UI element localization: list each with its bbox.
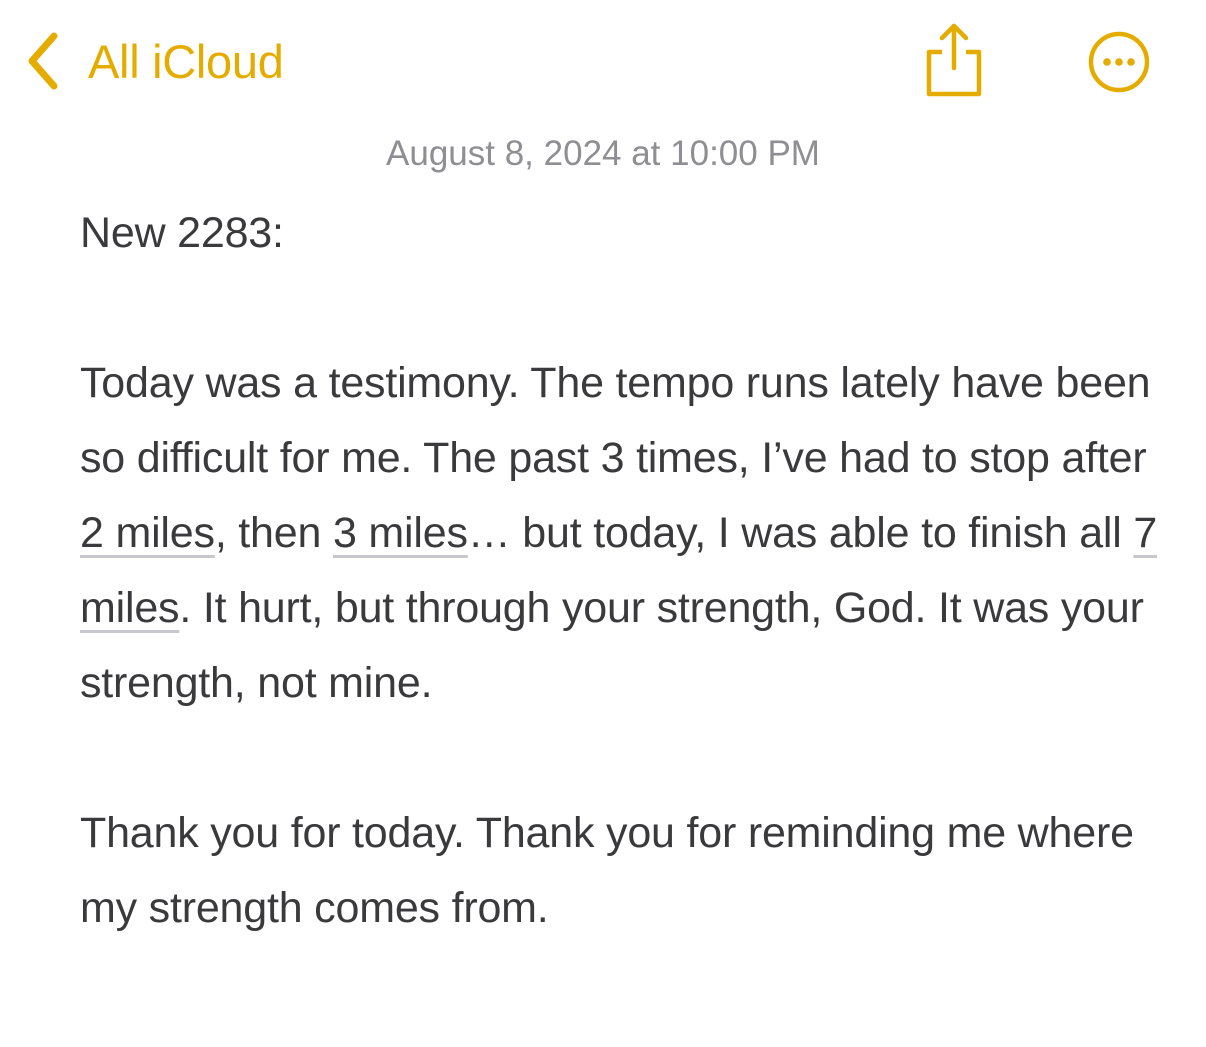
note-title: New 2283:: [80, 209, 284, 257]
chevron-left-icon: [24, 30, 62, 92]
paragraph-text: . It hurt, but through your strength, Go…: [80, 584, 1144, 707]
note-date: August 8, 2024 at 10:00 PM: [386, 134, 820, 173]
back-button-label: All iCloud: [88, 34, 284, 88]
paragraph-text: … but today, I was able to finish all: [467, 509, 1134, 557]
more-options-button[interactable]: [1084, 30, 1154, 94]
distance-link-2-miles[interactable]: 2 miles: [80, 509, 215, 557]
paragraph-text: Today was a testimony. The tempo runs la…: [80, 359, 1151, 482]
share-button[interactable]: [922, 22, 986, 98]
note-body[interactable]: New 2283: Today was a testimony. The tem…: [80, 196, 1160, 946]
paragraph-text: , then: [214, 509, 333, 557]
navigation-bar: All iCloud: [0, 0, 1206, 120]
back-button[interactable]: All iCloud: [24, 30, 284, 92]
share-icon: [922, 22, 986, 98]
ellipsis-circle-icon: [1084, 30, 1154, 94]
distance-link-3-miles[interactable]: 3 miles: [333, 509, 468, 557]
note-paragraph-2: Thank you for today. Thank you for remin…: [80, 809, 1134, 932]
note-paragraph-1: Today was a testimony. The tempo runs la…: [80, 346, 1160, 721]
